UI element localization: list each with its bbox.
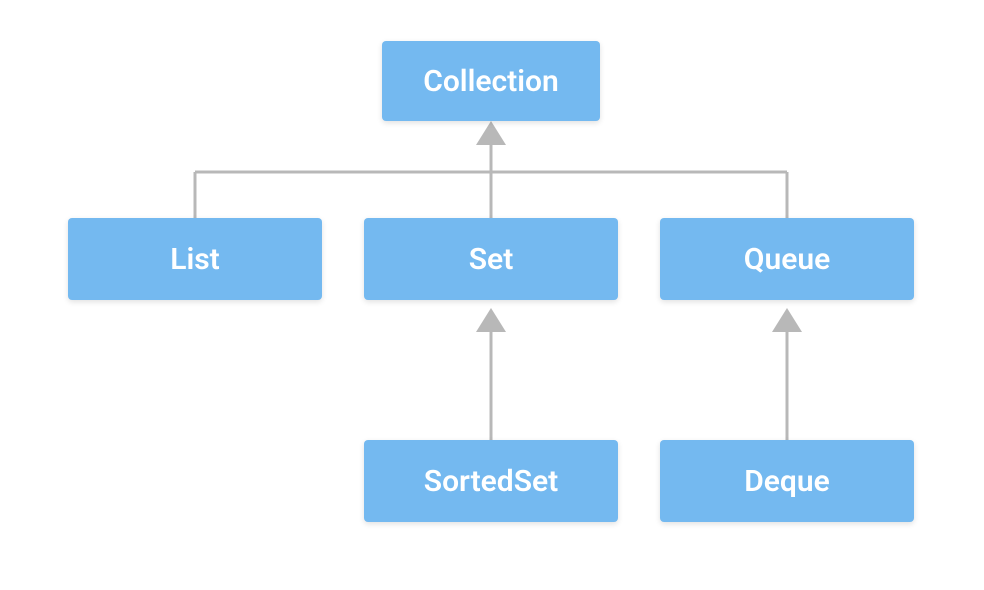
node-deque: Deque <box>660 440 914 522</box>
node-list: List <box>68 218 322 300</box>
node-list-label: List <box>170 242 220 277</box>
hierarchy-diagram: Collection List Set Queue SortedSet Dequ… <box>0 0 984 590</box>
node-set: Set <box>364 218 618 300</box>
node-queue: Queue <box>660 218 914 300</box>
node-sortedset: SortedSet <box>364 440 618 522</box>
node-queue-label: Queue <box>744 242 830 277</box>
node-collection: Collection <box>382 41 600 121</box>
node-sortedset-label: SortedSet <box>424 464 558 499</box>
node-deque-label: Deque <box>744 464 830 499</box>
node-set-label: Set <box>469 242 514 277</box>
node-collection-label: Collection <box>423 64 559 99</box>
